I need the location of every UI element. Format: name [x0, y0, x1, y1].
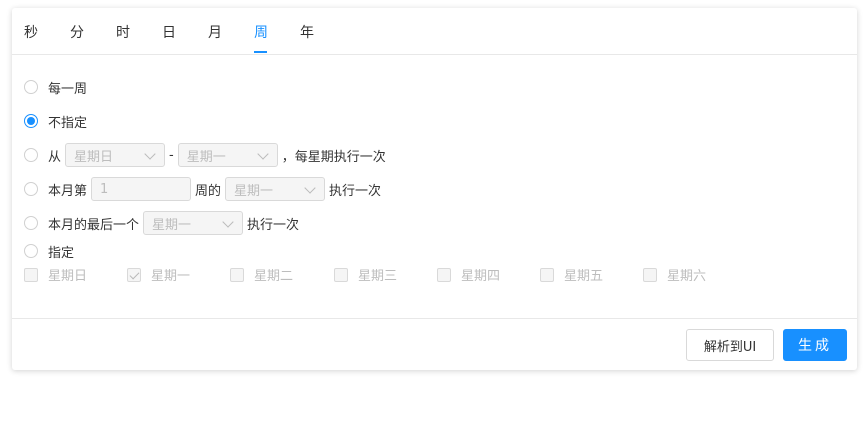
tab-week[interactable]: 周 — [254, 22, 268, 42]
cron-editor-card: 秒 分 时 日 月 周 年 每一周 不指定 从 星期日 - 星期一 ，每星期执行… — [12, 8, 857, 370]
nth-week-select[interactable]: 星期一 — [225, 177, 326, 201]
radio-specify[interactable] — [24, 244, 38, 258]
chevron-down-icon — [222, 216, 234, 228]
range-end-select-value: 星期一 — [186, 149, 226, 165]
weekday-label: 星期一 — [151, 269, 191, 284]
option-every-week-label: 每一周 — [48, 81, 88, 97]
nth-week-input[interactable]: 1 — [91, 177, 192, 201]
chevron-down-icon — [144, 148, 156, 160]
range-start-select-value: 星期日 — [74, 149, 114, 165]
last-week-suffix: 执行一次 — [247, 217, 300, 233]
radio-range[interactable] — [24, 148, 38, 162]
range-suffix: ，每星期执行一次 — [281, 149, 386, 165]
tab-year[interactable]: 年 — [300, 22, 314, 42]
footer-divider — [12, 318, 857, 319]
checkbox-box[interactable] — [334, 267, 348, 282]
last-week-prefix: 本月的最后一个 — [48, 217, 140, 233]
option-last-week[interactable]: 本月的最后一个 星期一 执行一次 — [24, 211, 299, 235]
weekday-label: 星期四 — [461, 269, 501, 284]
tab-day[interactable]: 日 — [162, 22, 176, 42]
last-week-select-value: 星期一 — [152, 217, 192, 233]
checkbox-box[interactable] — [437, 267, 451, 282]
weekday-checkbox-monday[interactable]: 星期一 — [127, 265, 190, 284]
checkbox-box-checked[interactable] — [127, 267, 141, 282]
option-nth-week[interactable]: 本月第 1 周的 星期一 执行一次 — [24, 177, 381, 201]
chevron-down-icon — [257, 148, 269, 160]
weekday-checkbox-saturday[interactable]: 星期六 — [643, 265, 706, 284]
tab-second[interactable]: 秒 — [24, 22, 38, 42]
parse-to-ui-button[interactable]: 解析到UI — [686, 329, 774, 361]
radio-unspecified[interactable] — [24, 114, 38, 128]
chevron-down-icon — [304, 182, 316, 194]
nth-week-select-value: 星期一 — [234, 183, 274, 199]
option-specify[interactable]: 指定 — [24, 239, 74, 263]
weekday-checkbox-tuesday[interactable]: 星期二 — [230, 265, 293, 284]
range-end-select[interactable]: 星期一 — [177, 143, 278, 167]
option-every-week[interactable]: 每一周 — [24, 75, 87, 99]
range-start-select[interactable]: 星期日 — [65, 143, 166, 167]
nth-week-middle: 周的 — [195, 183, 222, 199]
active-tab-indicator — [254, 51, 267, 53]
tab-hour[interactable]: 时 — [116, 22, 130, 42]
radio-last-week[interactable] — [24, 216, 38, 230]
option-specify-label: 指定 — [48, 245, 75, 261]
weekday-label: 星期三 — [358, 269, 398, 284]
generate-button[interactable]: 生成 — [783, 329, 847, 361]
option-range[interactable]: 从 星期日 - 星期一 ，每星期执行一次 — [24, 143, 386, 167]
checkbox-box[interactable] — [230, 267, 244, 282]
nth-week-suffix: 执行一次 — [329, 183, 382, 199]
weekday-checkbox-wednesday[interactable]: 星期三 — [334, 265, 397, 284]
radio-nth-week[interactable] — [24, 182, 38, 196]
nth-week-prefix: 本月第 — [48, 183, 88, 199]
weekday-label: 星期六 — [667, 269, 707, 284]
radio-every-week[interactable] — [24, 80, 38, 94]
checkbox-box[interactable] — [540, 267, 554, 282]
weekday-checkbox-friday[interactable]: 星期五 — [540, 265, 603, 284]
weekday-checkbox-sunday[interactable]: 星期日 — [24, 265, 87, 284]
range-separator: - — [169, 147, 174, 163]
range-from-label: 从 — [48, 149, 62, 165]
weekday-label: 星期五 — [564, 269, 604, 284]
tab-month[interactable]: 月 — [208, 22, 222, 42]
tab-bar: 秒 分 时 日 月 周 年 — [12, 8, 857, 55]
checkbox-box[interactable] — [643, 267, 657, 282]
last-week-select[interactable]: 星期一 — [143, 211, 244, 235]
weekday-label: 星期二 — [254, 269, 294, 284]
weekday-label: 星期日 — [48, 269, 88, 284]
tab-minute[interactable]: 分 — [70, 22, 84, 42]
weekday-checkbox-thursday[interactable]: 星期四 — [437, 265, 500, 284]
option-unspecified[interactable]: 不指定 — [24, 109, 87, 133]
option-unspecified-label: 不指定 — [48, 115, 88, 131]
checkbox-box[interactable] — [24, 267, 38, 282]
